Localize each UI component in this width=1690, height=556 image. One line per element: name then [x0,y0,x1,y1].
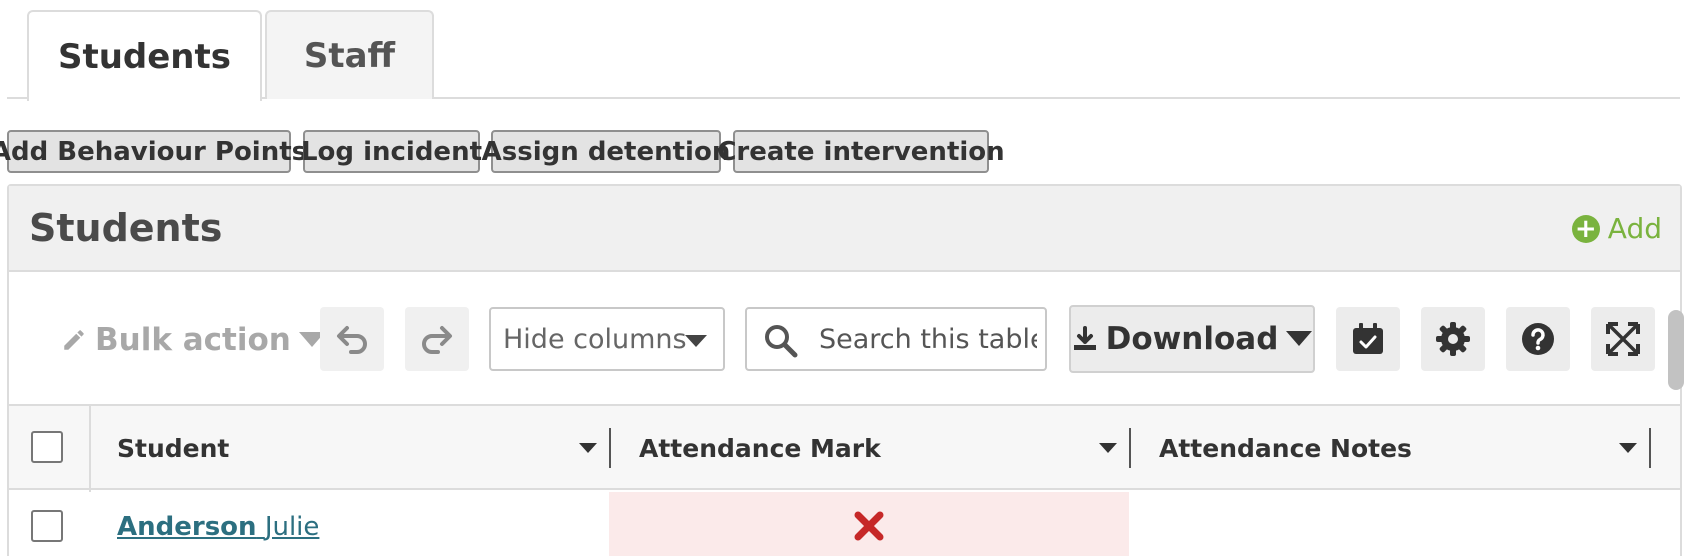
column-student[interactable]: Student [117,406,607,490]
panel-title: Students [29,206,223,250]
search-box [745,307,1047,371]
hide-columns-label: Hide columns [503,323,687,355]
undo-button[interactable] [320,307,384,371]
download-label: Download [1105,321,1279,357]
download-icon [1073,326,1096,350]
gear-icon [1436,322,1470,356]
plus-circle-icon: + [1571,214,1600,243]
chevron-down-icon [1286,331,1313,346]
redo-button[interactable] [405,307,469,371]
student-last-name: Anderson [117,512,257,542]
chevron-down-icon[interactable] [579,443,597,453]
help-button[interactable] [1506,307,1570,371]
panel-header: Students + Add [9,186,1680,272]
settings-button[interactable] [1421,307,1485,371]
pencil-icon [64,330,84,350]
add-label: Add [1607,212,1662,245]
chevron-down-icon [685,335,707,347]
column-resize-handle[interactable] [1649,428,1651,468]
expand-icon [1606,322,1640,356]
cross-icon [854,511,884,541]
search-input[interactable] [819,319,1037,359]
table-toolbar: Bulk action Hide columns Search this tab… [9,274,1680,406]
students-panel: Students + Add Bulk action Hide columns … [7,184,1682,556]
download-button[interactable]: Download [1069,305,1315,373]
tab-bar: Students Staff [7,10,1680,101]
student-name-link[interactable]: Anderson Julie [117,512,319,542]
chevron-down-icon[interactable] [1619,443,1637,453]
row-checkbox[interactable] [31,510,63,542]
bulk-action-label: Bulk action [95,322,291,358]
calendar-check-icon [1353,323,1383,354]
student-first-name: Julie [264,512,320,542]
column-student-label: Student [117,433,230,463]
bulk-action-button[interactable]: Bulk action [61,322,325,358]
assign-detention-button[interactable]: Assign detention [482,130,730,173]
log-incident-button[interactable]: Log incident [301,130,482,173]
search-icon [765,325,798,358]
column-resize-handle[interactable] [1129,428,1131,468]
column-attendance-mark-label: Attendance Mark [639,433,881,463]
hide-columns-select[interactable]: Hide columns [489,307,725,371]
table-header: Student Attendance Mark Attendance Notes [9,406,1680,490]
fullscreen-button[interactable] [1591,307,1655,371]
column-resize-handle[interactable] [609,428,611,468]
tab-students[interactable]: Students [27,10,262,101]
scrollbar-thumb[interactable] [1668,310,1684,390]
column-attendance-mark[interactable]: Attendance Mark [639,406,1129,490]
tab-staff[interactable]: Staff [265,10,434,99]
redo-icon [422,326,452,354]
attendance-button[interactable] [1336,307,1400,371]
add-behaviour-points-button[interactable]: Add Behaviour Points [0,130,307,173]
undo-icon [337,326,367,354]
table-row: Anderson Julie [9,492,1680,556]
column-attendance-notes[interactable]: Attendance Notes [1159,406,1649,490]
select-all-checkbox[interactable] [31,431,63,463]
question-icon [1522,323,1554,355]
column-attendance-notes-label: Attendance Notes [1159,433,1412,463]
attendance-mark-cell[interactable] [609,492,1129,556]
add-button[interactable]: + Add [1571,212,1662,245]
create-intervention-button[interactable]: Create intervention [717,130,1005,173]
chevron-down-icon[interactable] [1099,443,1117,453]
